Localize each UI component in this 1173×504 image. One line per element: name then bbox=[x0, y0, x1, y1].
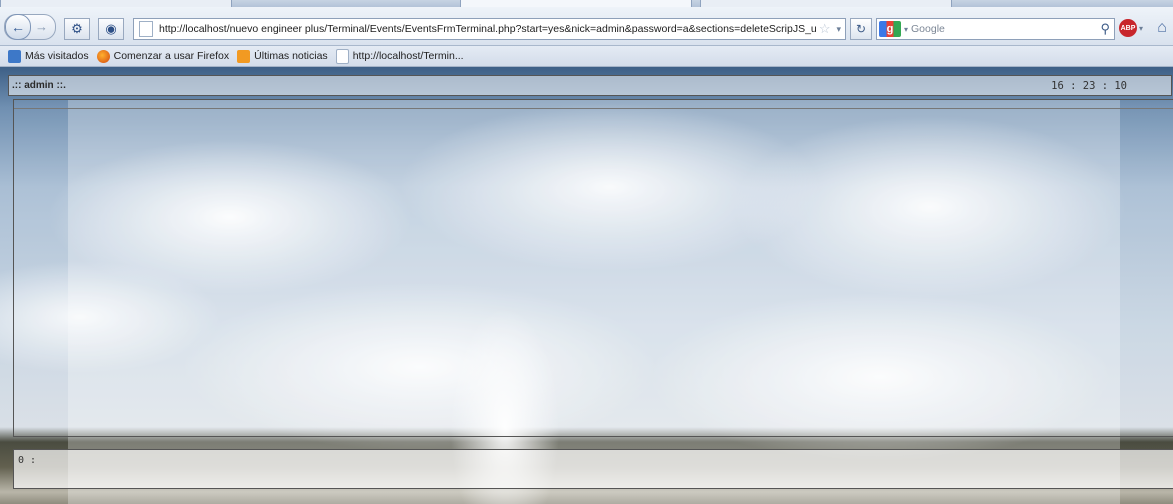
webcam-icon[interactable]: ◉ bbox=[98, 18, 124, 40]
bookmark-label: http://localhost/Termin... bbox=[352, 50, 464, 62]
browser-tab[interactable] bbox=[700, 0, 952, 7]
tab-strip bbox=[0, 0, 1173, 7]
bookmark-firefox[interactable]: Comenzar a usar Firefox bbox=[96, 49, 230, 63]
bookmark-star-icon[interactable]: ☆ bbox=[819, 21, 831, 37]
browser-tab-active[interactable] bbox=[460, 0, 692, 7]
user-label: .:: admin ::. bbox=[12, 80, 66, 91]
most-visited-icon bbox=[8, 49, 21, 63]
url-text[interactable]: http://localhost/nuevo engineer plus/Ter… bbox=[159, 23, 817, 35]
google-icon[interactable]: g bbox=[879, 21, 901, 37]
terminal-page: .:: admin ::. 16 : 23 : 10 0 : bbox=[0, 67, 1173, 504]
adblock-button[interactable]: ABP ▾ bbox=[1119, 18, 1149, 38]
chevron-down-icon[interactable]: ▾ bbox=[836, 24, 841, 35]
reload-icon[interactable]: ↻ bbox=[850, 18, 872, 40]
rss-icon bbox=[237, 49, 251, 63]
bookmark-label: Más visitados bbox=[25, 50, 89, 62]
magnifier-icon[interactable]: ⚲ bbox=[1100, 21, 1110, 37]
bookmark-news[interactable]: Últimas noticias bbox=[237, 49, 328, 63]
adblock-icon[interactable]: ABP bbox=[1119, 19, 1137, 37]
browser-tab[interactable] bbox=[0, 0, 232, 7]
identity-icon[interactable]: ⚙ bbox=[64, 18, 90, 40]
page-icon bbox=[335, 48, 349, 64]
address-bar[interactable]: http://localhost/nuevo engineer plus/Ter… bbox=[133, 18, 846, 40]
search-box[interactable]: g ▾ Google ⚲ bbox=[876, 18, 1115, 40]
back-forward-group: ← → bbox=[4, 14, 56, 40]
bookmarks-toolbar: Más visitados Comenzar a usar Firefox Úl… bbox=[0, 46, 1173, 67]
firefox-icon bbox=[96, 49, 110, 63]
clock: 16 : 23 : 10 bbox=[1051, 79, 1127, 92]
back-arrow-icon[interactable]: ← bbox=[5, 14, 31, 40]
command-input[interactable] bbox=[36, 452, 1169, 470]
chevron-down-icon[interactable]: ▾ bbox=[1139, 24, 1143, 33]
terminal-output-area bbox=[14, 108, 1173, 436]
bookmark-most-visited[interactable]: Más visitados bbox=[8, 49, 89, 63]
bookmark-localhost[interactable]: http://localhost/Termin... bbox=[335, 48, 464, 64]
bookmark-label: Comenzar a usar Firefox bbox=[113, 50, 230, 62]
bookmark-label: Últimas noticias bbox=[254, 50, 328, 62]
navigation-toolbar: ← → ⚙ ◉ http://localhost/nuevo engineer … bbox=[0, 7, 1173, 46]
command-prompt: 0 : bbox=[18, 455, 37, 466]
terminal-output[interactable] bbox=[13, 99, 1173, 437]
chevron-down-icon[interactable]: ▾ bbox=[904, 25, 908, 34]
terminal-header: .:: admin ::. 16 : 23 : 10 bbox=[8, 75, 1172, 96]
command-line: 0 : bbox=[13, 449, 1173, 489]
page-icon bbox=[139, 21, 153, 37]
forward-arrow-icon[interactable]: → bbox=[35, 19, 48, 34]
search-placeholder[interactable]: Google bbox=[911, 23, 1100, 35]
home-icon[interactable]: ⌂ bbox=[1152, 18, 1172, 38]
